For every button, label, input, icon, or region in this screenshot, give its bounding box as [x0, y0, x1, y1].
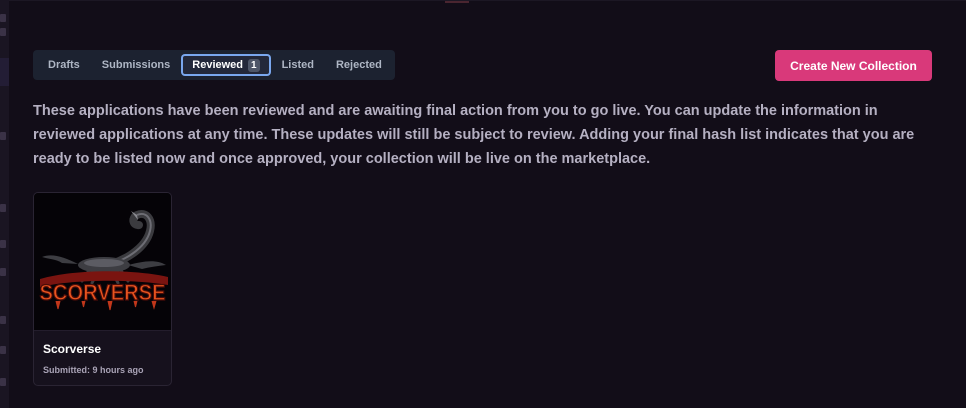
collection-card[interactable]: SCORVERSE Scorverse Submitted: 9 hours a…	[33, 192, 172, 386]
tab-description: These applications have been reviewed an…	[33, 103, 915, 167]
background-app-glyph	[0, 316, 6, 324]
status-tabs: Drafts Submissions Reviewed 1 Listed Rej…	[33, 50, 395, 80]
background-app-glyph	[0, 346, 6, 354]
create-collection-button[interactable]: Create New Collection	[775, 50, 932, 81]
background-app-glyph	[0, 14, 6, 22]
tab-label: Reviewed	[192, 59, 244, 71]
collection-status: Submitted: 9 hours ago	[43, 365, 144, 375]
top-accent	[445, 1, 469, 3]
background-app-glyph	[0, 132, 6, 140]
tab-count-badge: 1	[248, 58, 260, 72]
tab-label: Rejected	[335, 59, 382, 71]
background-app-glyph	[0, 378, 6, 386]
tab-drafts[interactable]: Drafts	[37, 54, 91, 76]
collections-panel: Drafts Submissions Reviewed 1 Listed Rej…	[9, 0, 966, 408]
collection-image: SCORVERSE	[34, 193, 171, 331]
background-app-glyph	[0, 268, 6, 276]
background-app-glyph	[0, 28, 6, 36]
scorpion-body-highlight	[84, 259, 124, 267]
background-app-glyph	[0, 204, 6, 212]
scorpion-logo: SCORVERSE	[39, 210, 168, 311]
tab-label: Submissions	[101, 59, 171, 71]
scorpion-right-claw	[128, 261, 166, 269]
collection-name: Scorverse	[43, 342, 102, 356]
background-app-strip	[0, 0, 9, 408]
tab-listed[interactable]: Listed	[271, 54, 325, 76]
background-app-glyph	[0, 240, 6, 248]
tab-label: Listed	[281, 59, 314, 71]
tab-submissions[interactable]: Submissions	[91, 54, 181, 76]
screen: Drafts Submissions Reviewed 1 Listed Rej…	[0, 0, 966, 408]
tab-label: Drafts	[48, 59, 80, 71]
scorpion-left-claw	[42, 255, 78, 264]
tab-reviewed[interactable]: Reviewed 1	[181, 54, 271, 76]
tab-rejected[interactable]: Rejected	[325, 54, 393, 76]
background-app-highlight	[0, 58, 9, 86]
